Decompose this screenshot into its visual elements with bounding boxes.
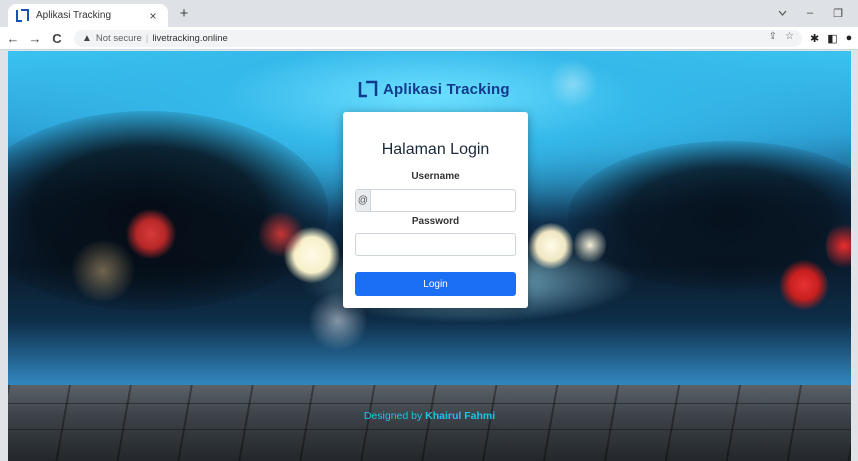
bookmark-star-icon[interactable]: ☆	[785, 31, 794, 42]
bokeh-light	[780, 259, 828, 311]
warning-icon[interactable]: ▲	[82, 33, 92, 44]
login-title: Halaman Login	[381, 141, 490, 158]
bokeh-light	[826, 221, 851, 271]
page-viewport: Aplikasi Tracking Halaman Login Username…	[8, 51, 851, 461]
new-tab-button[interactable]: +	[175, 5, 193, 22]
omnibox-actions: ⇪ ☆	[769, 31, 794, 42]
toolbar-actions: ✱ ◧ ●	[810, 32, 852, 45]
forward-button[interactable]: →	[26, 29, 44, 47]
at-icon: @	[356, 190, 371, 211]
footer-author-link[interactable]: Khairul Fahmi	[425, 410, 495, 422]
browser-tab[interactable]: Aplikasi Tracking ×	[8, 4, 168, 27]
restore-button[interactable]: ❐	[824, 4, 852, 22]
password-label: Password	[411, 216, 460, 227]
extensions-icon[interactable]: ✱	[810, 32, 819, 45]
browser-tab-bar: Aplikasi Tracking × + – ❐	[0, 0, 858, 27]
side-panel-icon[interactable]: ◧	[827, 32, 837, 45]
login-card: Halaman Login Username @ Password Login	[343, 112, 528, 308]
password-input[interactable]	[356, 234, 515, 255]
username-input-group: @	[355, 189, 516, 212]
url-text[interactable]: livetracking.online	[152, 33, 228, 44]
brand-header: Aplikasi Tracking	[358, 80, 510, 98]
back-button[interactable]: ←	[4, 29, 22, 47]
app-logo-icon	[16, 9, 29, 22]
profile-avatar-icon[interactable]: ●	[846, 32, 853, 44]
bokeh-light	[68, 241, 138, 301]
app-logo-icon	[358, 80, 378, 98]
bokeh-light	[574, 225, 606, 265]
browser-toolbar: ← → C ▲ Not secure | livetracking.online…	[0, 27, 858, 50]
reload-button[interactable]: C	[48, 29, 66, 47]
password-input-group	[355, 233, 516, 256]
share-icon[interactable]: ⇪	[769, 31, 777, 42]
close-tab-icon[interactable]: ×	[146, 9, 160, 23]
bokeh-light	[528, 223, 574, 269]
bokeh-light	[284, 227, 340, 283]
window-controls: – ❐	[768, 4, 852, 22]
footer-credit: Designed by Khairul Fahmi	[8, 410, 851, 422]
tab-search-icon[interactable]	[768, 4, 796, 22]
login-button[interactable]: Login	[355, 272, 516, 296]
footer-prefix: Designed by	[363, 410, 423, 422]
minimize-button[interactable]: –	[796, 4, 824, 22]
floor-seam	[8, 429, 851, 430]
wooden-floor-image	[8, 385, 851, 461]
bokeh-light	[548, 59, 598, 109]
url-separator: |	[145, 32, 149, 44]
username-label: Username	[411, 171, 460, 182]
tab-title: Aplikasi Tracking	[36, 10, 112, 21]
background-dark-band	[568, 141, 851, 291]
security-label[interactable]: Not secure	[96, 33, 142, 44]
floor-seam	[8, 403, 851, 404]
brand-name: Aplikasi Tracking	[383, 80, 510, 98]
username-input[interactable]	[371, 190, 515, 211]
bokeh-light	[126, 209, 176, 259]
bokeh-light	[258, 211, 304, 257]
address-bar[interactable]: ▲ Not secure | livetracking.online ⇪ ☆	[74, 29, 802, 47]
background-dark-band	[8, 111, 328, 311]
